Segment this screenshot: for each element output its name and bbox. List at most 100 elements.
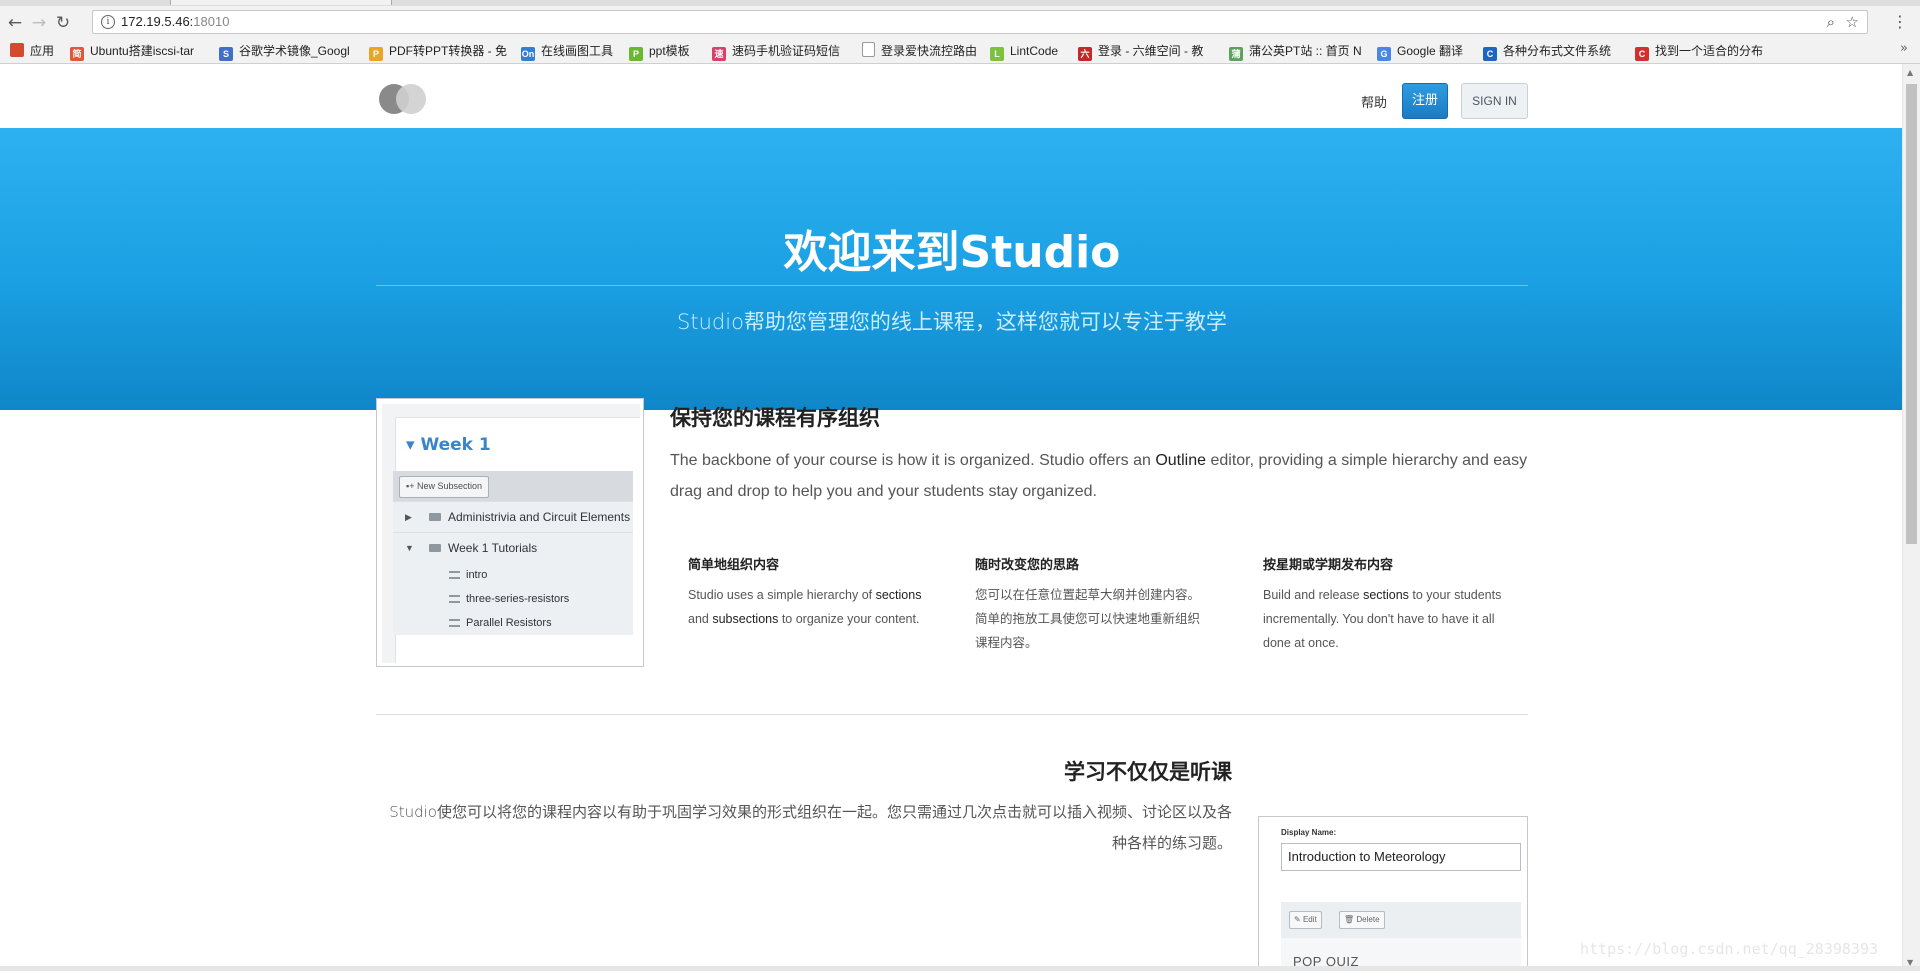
column-text-part: Studio uses a simple hierarchy of	[688, 588, 876, 602]
scrollbar-thumb[interactable]	[1906, 84, 1917, 544]
browser-tab[interactable]	[170, 0, 392, 5]
bookmark-favicon-icon: 蒲	[1229, 47, 1243, 61]
bookmark-favicon-icon: L	[990, 47, 1004, 61]
page-viewport: 帮助 注册 SIGN IN 欢迎来到Studio Studio帮助您管理您的线上…	[0, 64, 1902, 971]
site-header: 帮助 注册 SIGN IN	[0, 64, 1902, 128]
section-label: Week 1 Tutorials	[448, 541, 538, 555]
bookmark-item[interactable]: P PDF转PPT转换器 - 免	[369, 42, 508, 61]
bookmark-label: 蒲公英PT站 :: 首页 N	[1249, 44, 1362, 58]
feature-column: 随时改变您的思路 您可以在任意位置起草大纲并创建内容。简单的拖放工具使您可以快速…	[975, 554, 1205, 655]
page-scrollbar[interactable]: ▲ ▼	[1902, 64, 1920, 971]
section-divider	[376, 714, 1528, 715]
apps-grid-icon	[10, 43, 24, 57]
bookmark-item[interactable]: On 在线画图工具	[521, 42, 614, 61]
outline-keyword: Outline	[1155, 452, 1207, 469]
new-subsection-label: New Subsection	[416, 481, 482, 491]
scroll-up-icon[interactable]: ▲	[1907, 68, 1913, 77]
bookmark-favicon-icon: 六	[1078, 47, 1092, 61]
folder-icon	[429, 513, 441, 521]
back-icon[interactable]: ←	[4, 12, 26, 34]
url-host: 172.19.5.46:	[121, 14, 194, 29]
column-text: 您可以在任意位置起草大纲并创建内容。简单的拖放工具使您可以快速地重新组织课程内容…	[975, 588, 1201, 650]
bookmark-item[interactable]: C 找到一个适合的分布	[1635, 42, 1764, 61]
feature-column: 按星期或学期发布内容 Build and release sections to…	[1263, 554, 1503, 655]
week-title: ▾ Week 1	[406, 435, 491, 455]
hero-subtitle: Studio帮助您管理您的线上课程，这样您就可以专注于教学	[677, 310, 1227, 334]
bookmark-item[interactable]: 六登录 - 六维空间 - 教	[1078, 42, 1203, 61]
zoom-icon[interactable]: ⌕	[1827, 13, 1835, 31]
bookmark-item[interactable]: 蒲蒲公英PT站 :: 首页 N	[1229, 42, 1362, 61]
component-actions-bar: ✎ Edit 🗑 Delete	[1281, 902, 1521, 938]
column-title: 简单地组织内容	[688, 558, 780, 573]
feature-description: Studio使您可以将您的课程内容以有助于巩固学习效果的形式组织在一起。您只需通…	[389, 803, 1232, 852]
url-port: 18010	[193, 14, 230, 29]
bookmark-item[interactable]: G Google 翻译	[1377, 42, 1463, 61]
bookmark-label: 在线画图工具	[541, 44, 614, 58]
bookmark-label: ppt模板	[649, 44, 690, 58]
section-row: ▼ Week 1 Tutorials	[393, 532, 633, 564]
delete-button: 🗑 Delete	[1339, 911, 1385, 929]
column-text: Build and release sections to your stude…	[1263, 583, 1503, 655]
edit-label: Edit	[1302, 915, 1317, 924]
bookmark-favicon-icon: P	[629, 47, 643, 61]
feature-column: 简单地组织内容 Studio uses a simple hierarchy o…	[688, 554, 928, 631]
edit-button: ✎ Edit	[1289, 911, 1322, 929]
bookmark-label: PDF转PPT转换器 - 免	[389, 44, 508, 58]
bookmark-label: 速码手机验证码短信	[732, 44, 841, 58]
bookmark-item[interactable]: S 谷歌学术镜像_Googl	[219, 42, 350, 61]
column-keyword: sections	[875, 588, 922, 602]
section-label: Administrivia and Circuit Elements	[448, 510, 631, 524]
page-icon	[862, 42, 875, 57]
bookmark-item[interactable]: 简 Ubuntu搭建iscsi-tar	[70, 42, 194, 61]
editor-screenshot: Display Name: Introduction to Meteorolog…	[1258, 816, 1528, 971]
bookmark-label: LintCode	[1010, 44, 1059, 58]
drag-handle-icon	[449, 619, 460, 627]
address-bar[interactable]: i 172.19.5.46:18010 ⌕ ☆	[92, 10, 1868, 34]
bookmarks-bar: 应用 简 Ubuntu搭建iscsi-tar S 谷歌学术镜像_Googl P PDF…	[0, 38, 1920, 64]
bookmark-label: 谷歌学术镜像_Googl	[239, 44, 350, 58]
bookmark-favicon-icon: C	[1483, 47, 1497, 61]
outline-screenshot-canvas: ▾ Week 1 ▪+ New Subsection ▶ Administriv…	[382, 404, 640, 663]
bookmark-item[interactable]: 登录爱快流控路由	[862, 42, 977, 60]
unit-row: three-series-resistors	[393, 587, 633, 611]
bookmark-label: 找到一个适合的分布	[1655, 44, 1764, 58]
feature-title: 保持您的课程有序组织	[670, 406, 880, 430]
hero-banner: 欢迎来到Studio Studio帮助您管理您的线上课程，这样您就可以专注于教学	[0, 128, 1902, 410]
bookmark-favicon-icon: P	[369, 47, 383, 61]
column-text-part: and	[688, 612, 713, 626]
subsection-toolbar: ▪+ New Subsection	[393, 471, 633, 501]
more-bookmarks-icon[interactable]: »	[1900, 41, 1908, 56]
info-icon[interactable]: i	[101, 15, 115, 29]
expand-arrow-icon: ▶	[405, 512, 412, 522]
bookmark-item[interactable]: 速速码手机验证码短信	[712, 42, 841, 61]
bookmark-item[interactable]: Pppt模板	[629, 42, 690, 61]
reload-icon[interactable]: ↻	[52, 12, 74, 34]
bookmark-favicon-icon: S	[219, 47, 233, 61]
bookmark-favicon-icon: G	[1377, 47, 1391, 61]
delete-label: Delete	[1356, 915, 1380, 924]
help-link[interactable]: 帮助	[1361, 92, 1387, 111]
bookmark-apps[interactable]: 应用	[10, 42, 54, 60]
display-name-field: Introduction to Meteorology	[1281, 843, 1521, 871]
bookmark-favicon-icon: C	[1635, 47, 1649, 61]
signin-button[interactable]: SIGN IN	[1461, 83, 1528, 119]
forward-icon[interactable]: →	[28, 12, 50, 34]
unit-row: intro	[393, 563, 633, 587]
column-keyword: subsections	[712, 612, 779, 626]
unit-label: intro	[466, 569, 488, 581]
new-subsection-button: ▪+ New Subsection	[399, 476, 489, 498]
watermark: https://blog.csdn.net/qq_28398393	[1580, 940, 1879, 958]
column-title: 随时改变您的思路	[975, 558, 1080, 573]
bookmark-item[interactable]: L LintCode	[990, 42, 1059, 61]
unit-label: three-series-resistors	[466, 593, 570, 605]
register-button[interactable]: 注册	[1402, 83, 1448, 119]
studio-logo-icon-overlay	[396, 84, 426, 114]
menu-icon[interactable]: ⋮	[1892, 12, 1908, 31]
url-text[interactable]: 172.19.5.46:18010	[121, 14, 229, 29]
star-icon[interactable]: ☆	[1846, 13, 1859, 31]
display-name-label: Display Name:	[1281, 828, 1337, 837]
bookmark-item[interactable]: C 各种分布式文件系统	[1483, 42, 1611, 61]
bookmark-label: 应用	[30, 44, 55, 58]
column-title: 按星期或学期发布内容	[1263, 558, 1394, 573]
feature-description-text: The backbone of your course is how it is…	[670, 452, 1156, 469]
